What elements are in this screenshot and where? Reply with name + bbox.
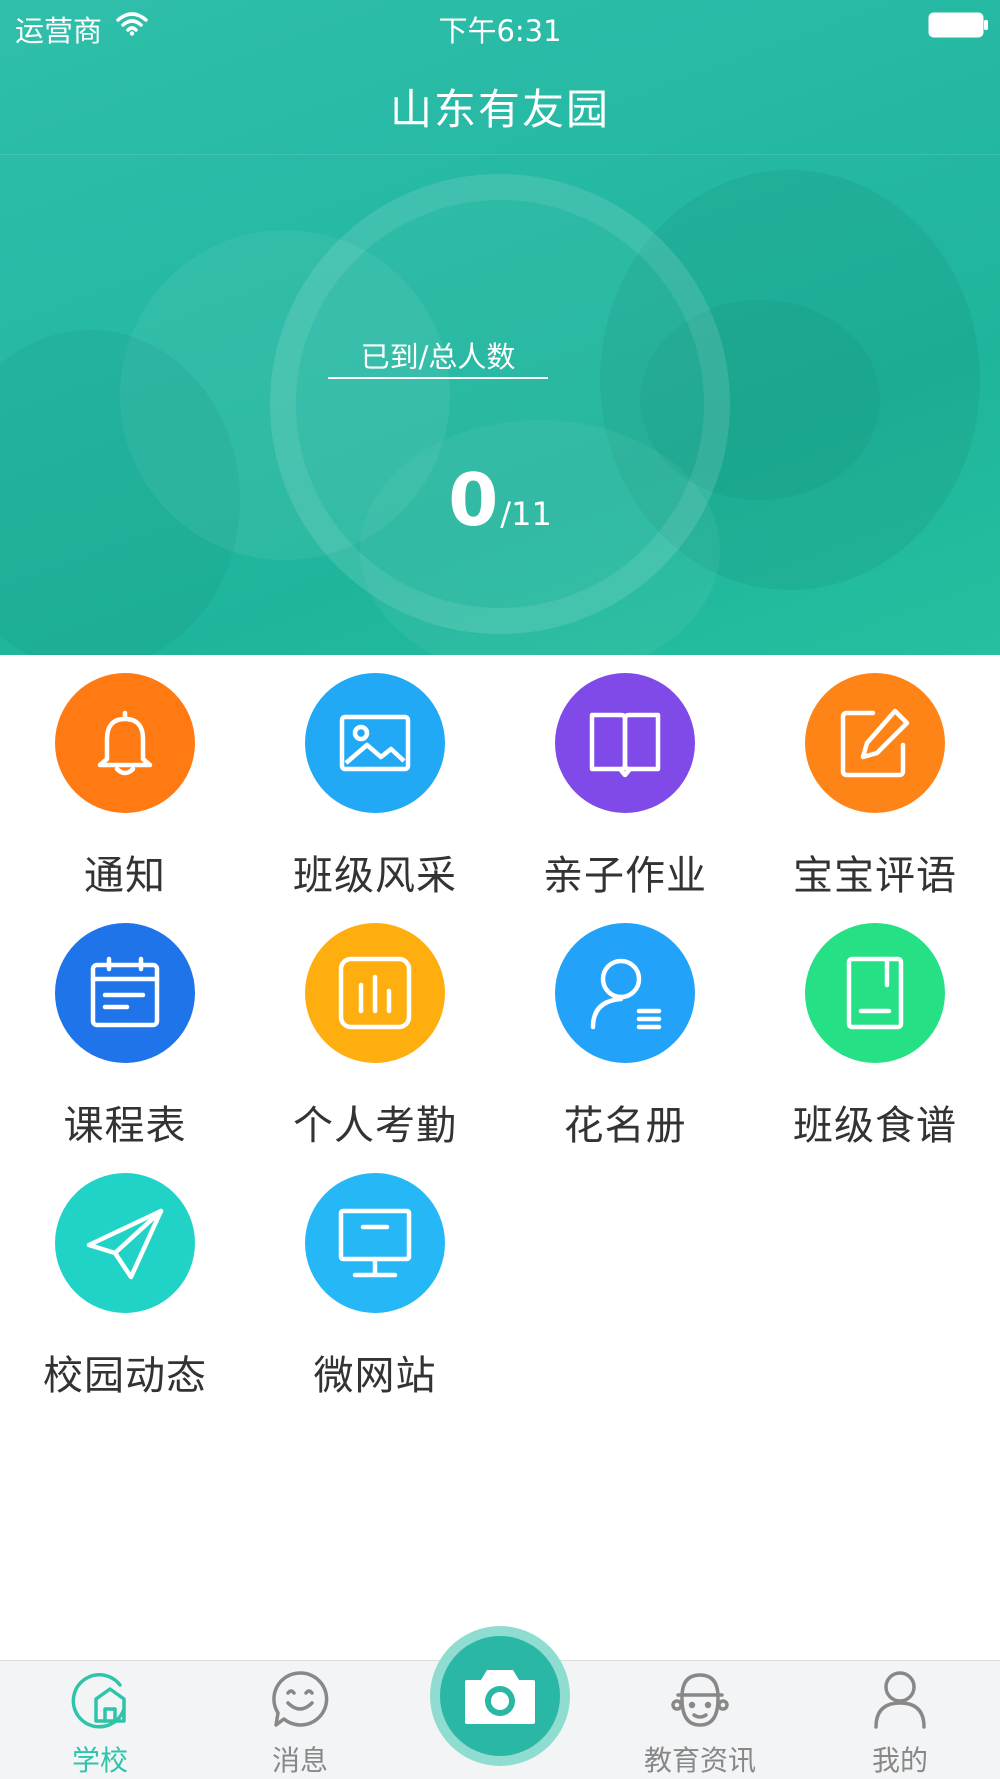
nav-bar: 山东有友园 [0,50,1000,155]
bar-chart-icon [305,923,445,1063]
menu-item-label: 宝宝评语 [793,853,957,899]
recipe-book-icon [805,923,945,1063]
total-count: /11 [500,495,552,533]
tab-label: 消息 [271,1744,328,1777]
edit-icon [805,673,945,813]
menu-item-notice[interactable]: 通知 [0,655,250,905]
menu-item-roster[interactable]: 花名册 [500,905,750,1155]
arrived-count: 0 [448,458,499,542]
page-title: 山东有友园 [389,85,610,134]
attendance-ring [270,174,730,634]
status-bar: 运营商 下午6:31 [0,0,1000,50]
menu-item-label: 通知 [84,853,166,899]
tab-mine[interactable]: 我的 [800,1661,1000,1779]
menu-item-campus-news[interactable]: 校园动态 [0,1155,250,1405]
attendance-label-underline [328,377,548,379]
menu-item-family-homework[interactable]: 亲子作业 [500,655,750,905]
menu-item-timetable[interactable]: 课程表 [0,905,250,1155]
tab-education-news[interactable]: 教育资讯 [600,1661,800,1779]
school-home-icon [71,1673,126,1729]
menu-item-class-recipe[interactable]: 班级食谱 [750,905,1000,1155]
paper-plane-icon [55,1173,195,1313]
menu-item-label: 班级风采 [293,853,457,899]
menu-item-label: 微网站 [313,1353,437,1399]
menu-item-label: 花名册 [563,1103,687,1149]
menu-item-attendance[interactable]: 个人考勤 [250,905,500,1155]
attendance-label: 已到/总人数 [360,340,516,374]
image-icon [305,673,445,813]
attendance-hero: 运营商 下午6:31 山东有友园 已到/总人数 0/11 [0,0,1000,655]
battery-icon [928,12,988,38]
menu-item-label: 课程表 [63,1103,187,1149]
monitor-icon [305,1173,445,1313]
menu-item-class-gallery[interactable]: 班级风采 [250,655,500,905]
tab-label: 学校 [71,1744,128,1777]
menu-item-label: 个人考勤 [293,1103,457,1149]
tab-school[interactable]: 学校 [0,1661,200,1779]
person-icon [874,1671,926,1729]
tab-messages[interactable]: 消息 [200,1661,400,1779]
menu-item-label: 班级食谱 [793,1103,957,1149]
menu-item-label: 校园动态 [43,1353,207,1399]
attendance-count[interactable]: 0/11 [0,458,1000,542]
person-list-icon [555,923,695,1063]
menu-item-label: 亲子作业 [543,853,707,899]
kid-face-icon [671,1673,729,1727]
bell-icon [55,673,195,813]
camera-icon [465,1670,535,1724]
smile-chat-icon [272,1671,329,1727]
menu-item-baby-comments[interactable]: 宝宝评语 [750,655,1000,905]
tab-label: 我的 [871,1744,928,1777]
clock: 下午6:31 [438,14,562,48]
camera-button[interactable] [440,1636,560,1756]
book-icon [555,673,695,813]
tab-label: 教育资讯 [643,1744,756,1777]
menu-item-micro-site[interactable]: 微网站 [250,1155,500,1405]
calendar-icon [55,923,195,1063]
